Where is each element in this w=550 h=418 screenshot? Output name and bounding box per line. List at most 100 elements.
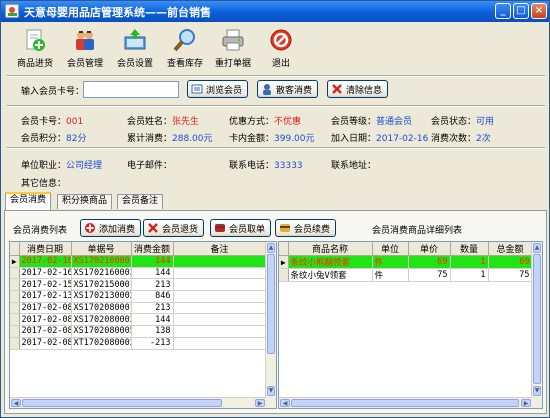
- toolbar-inventory-button[interactable]: 查看库存: [160, 28, 210, 72]
- table-cell[interactable]: XS1702080002: [71, 313, 132, 327]
- row-indicator[interactable]: [10, 290, 20, 303]
- title-bar[interactable]: 天意母婴用品店管理系统——前台销售 _ □ ×: [1, 1, 549, 22]
- table-cell[interactable]: 846: [131, 290, 174, 303]
- table-cell[interactable]: [173, 255, 267, 268]
- toolbar-reprint-button[interactable]: 重打单据: [208, 28, 258, 72]
- toolbar-exit-button[interactable]: 退出: [256, 28, 306, 72]
- toolbar-purchase-button[interactable]: 商品进货: [10, 28, 60, 72]
- table-row[interactable]: ▶ 条纹小熊翻领套件 69 1 69: [279, 255, 533, 269]
- consumption-horizontal-scrollbar[interactable]: ◀ ▶: [10, 397, 266, 408]
- table-cell[interactable]: 件: [372, 255, 409, 269]
- clear-info-button[interactable]: 清除信息: [327, 80, 389, 98]
- table-cell[interactable]: XS1702130002: [71, 290, 132, 303]
- table-row[interactable]: 2017-02-08 XS1702080002 144: [10, 313, 267, 327]
- table-cell[interactable]: 1: [450, 268, 489, 282]
- table-cell[interactable]: 213: [131, 302, 174, 315]
- table-cell[interactable]: 144: [131, 313, 174, 327]
- table-cell[interactable]: XS1702160001: [71, 255, 132, 268]
- tab-member-consumption[interactable]: 会员消费: [5, 192, 52, 210]
- column-header[interactable]: 备注: [173, 242, 267, 256]
- table-cell[interactable]: [173, 302, 267, 315]
- table-cell[interactable]: 条纹小兔V领套: [288, 268, 373, 282]
- row-indicator[interactable]: [10, 337, 20, 350]
- row-indicator[interactable]: [10, 302, 20, 315]
- tab-points-exchange[interactable]: 积分换商品: [57, 194, 113, 209]
- table-row[interactable]: 条纹小兔V领套件 75 1 75: [279, 268, 533, 282]
- table-cell[interactable]: 条纹小熊翻领套: [288, 255, 373, 269]
- table-row[interactable]: 2017-02-08 XS1702080005 138: [10, 325, 267, 338]
- column-header[interactable]: 总金额: [488, 242, 533, 256]
- table-cell[interactable]: 75: [488, 268, 533, 282]
- table-cell[interactable]: [173, 267, 267, 280]
- table-cell[interactable]: 1: [450, 255, 489, 269]
- table-cell[interactable]: XS1702080005: [71, 325, 132, 338]
- table-cell[interactable]: 2017-02-16: [19, 267, 72, 280]
- table-row[interactable]: 2017-02-16 XS1702160002 144: [10, 267, 267, 280]
- scroll-thumb[interactable]: [267, 254, 275, 354]
- consumption-grid[interactable]: 消费日期 单据号 消费金额 备注 ▶ 2017-02-16 XS1702160001…: [9, 241, 277, 409]
- member-retrieve-order-button[interactable]: 会员取单: [210, 219, 272, 237]
- table-cell[interactable]: 2017-02-08: [19, 313, 72, 327]
- row-indicator[interactable]: [10, 278, 20, 292]
- table-cell[interactable]: 2017-02-13: [19, 290, 72, 303]
- card-number-input[interactable]: [83, 81, 179, 98]
- detail-vertical-scrollbar[interactable]: ▲ ▼: [531, 242, 542, 408]
- column-header[interactable]: 数量: [450, 242, 489, 256]
- column-header[interactable]: 单位: [372, 242, 409, 256]
- toolbar-members-button[interactable]: 会员管理: [60, 28, 110, 72]
- minimize-button[interactable]: _: [495, 3, 511, 19]
- detail-grid[interactable]: 商品名称 单位 单价 数量 总金额 ▶ 条纹小熊翻领套件 69 1 69 条纹小兔V领套件…: [278, 241, 543, 409]
- table-cell[interactable]: 2017-02-15: [19, 278, 72, 292]
- member-return-button[interactable]: 会员退货: [143, 219, 205, 237]
- scroll-thumb[interactable]: [22, 399, 222, 407]
- scroll-up-icon[interactable]: ▲: [267, 243, 275, 253]
- row-indicator[interactable]: [10, 325, 20, 338]
- table-cell[interactable]: [173, 337, 267, 350]
- table-cell[interactable]: XT1702080002: [71, 337, 132, 350]
- table-row[interactable]: 2017-02-15 XS1702150001 213: [10, 278, 267, 292]
- table-cell[interactable]: 2017-02-08: [19, 337, 72, 350]
- table-cell[interactable]: XS1702080001: [71, 302, 132, 315]
- table-cell[interactable]: [173, 278, 267, 292]
- table-cell[interactable]: 2017-02-16: [19, 255, 72, 268]
- column-header[interactable]: 消费金额: [131, 242, 174, 256]
- table-cell[interactable]: 件: [372, 268, 409, 282]
- scroll-thumb[interactable]: [533, 254, 541, 384]
- table-cell[interactable]: 144: [131, 267, 174, 280]
- row-indicator[interactable]: ▶: [10, 255, 20, 268]
- table-cell[interactable]: 69: [408, 255, 451, 269]
- table-cell[interactable]: XS1702150001: [71, 278, 132, 292]
- column-header[interactable]: 商品名称: [288, 242, 373, 256]
- table-cell[interactable]: [173, 290, 267, 303]
- table-cell[interactable]: 138: [131, 325, 174, 338]
- column-header[interactable]: 单据号: [71, 242, 132, 256]
- table-cell[interactable]: 2017-02-08: [19, 302, 72, 315]
- scroll-left-icon[interactable]: ◀: [280, 399, 290, 407]
- row-indicator[interactable]: ▶: [279, 255, 289, 269]
- scroll-thumb[interactable]: [291, 399, 519, 407]
- table-cell[interactable]: 69: [488, 255, 533, 269]
- table-cell[interactable]: [173, 313, 267, 327]
- table-cell[interactable]: 75: [408, 268, 451, 282]
- column-header[interactable]: 消费日期: [19, 242, 72, 256]
- close-window-button[interactable]: ×: [531, 3, 547, 19]
- scroll-left-icon[interactable]: ◀: [11, 399, 21, 407]
- row-indicator[interactable]: [10, 267, 20, 280]
- row-indicator[interactable]: [10, 313, 20, 327]
- table-cell[interactable]: XS1702160002: [71, 267, 132, 280]
- detail-horizontal-scrollbar[interactable]: ◀ ▶: [279, 397, 532, 408]
- scroll-right-icon[interactable]: ▶: [521, 399, 531, 407]
- tab-member-notes[interactable]: 会员备注: [117, 194, 164, 209]
- scroll-right-icon[interactable]: ▶: [255, 399, 265, 407]
- table-row[interactable]: 2017-02-08 XT1702080002 -213: [10, 337, 267, 350]
- table-row[interactable]: 2017-02-08 XS1702080001 213: [10, 302, 267, 315]
- table-row[interactable]: ▶ 2017-02-16 XS1702160001 144: [10, 255, 267, 268]
- table-cell[interactable]: 2017-02-08: [19, 325, 72, 338]
- table-cell[interactable]: 144: [131, 255, 174, 268]
- scroll-down-icon[interactable]: ▼: [533, 386, 541, 396]
- consumption-vertical-scrollbar[interactable]: ▲ ▼: [265, 242, 276, 408]
- add-consumption-button[interactable]: 添加消费: [80, 219, 142, 237]
- browse-members-button[interactable]: 浏览会员: [187, 80, 249, 98]
- table-cell[interactable]: 213: [131, 278, 174, 292]
- toolbar-member-settings-button[interactable]: 会员设置: [110, 28, 160, 72]
